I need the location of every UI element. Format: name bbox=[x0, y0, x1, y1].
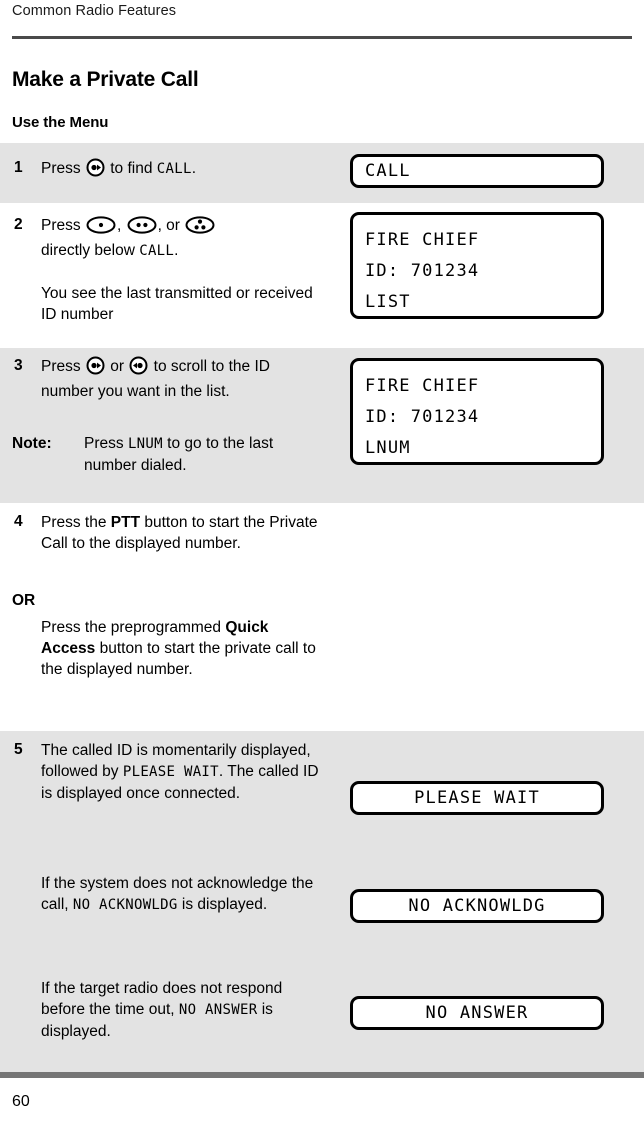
radio-display-no-acknowldg: NO ACKNOWLDG bbox=[350, 889, 604, 923]
softkey-three-dots-icon bbox=[185, 216, 215, 240]
step2-line-2: directly below CALL. bbox=[41, 240, 321, 262]
step2-text-b: , bbox=[116, 217, 126, 234]
step3-note-a: Press bbox=[84, 435, 128, 452]
step2-text-d: directly below bbox=[41, 242, 140, 259]
scroll-left-icon bbox=[129, 356, 148, 381]
running-head: Common Radio Features bbox=[12, 3, 177, 19]
step2-text-c: , or bbox=[157, 217, 185, 234]
step-number-2: 2 bbox=[14, 216, 23, 233]
step2-paragraph-2: You see the last transmitted or received… bbox=[41, 285, 313, 323]
step1-text-b: to find bbox=[105, 160, 157, 177]
radio-display-step3-line2: ID: 701234 bbox=[365, 407, 480, 427]
step1-mono-term: CALL bbox=[156, 161, 192, 177]
step3-note-text: Press LNUM to go to the last number dial… bbox=[84, 433, 324, 476]
step-text-4: Press the PTT button to start the Privat… bbox=[41, 512, 321, 554]
step5-paragraph-1: The called ID is momentarily displayed, … bbox=[41, 740, 321, 804]
radio-display-please-wait-line1: PLEASE WAIT bbox=[414, 788, 540, 808]
step2-line-1: Press , , or bbox=[41, 215, 321, 240]
radio-display-no-answer: NO ANSWER bbox=[350, 996, 604, 1030]
step3-note-mono: LNUM bbox=[127, 436, 163, 452]
radio-display-no-acknowldg-line1: NO ACKNOWLDG bbox=[408, 896, 546, 916]
step-row-3: 3 Press or to scroll to the ID number yo… bbox=[0, 348, 644, 503]
radio-display-step1: CALL bbox=[350, 154, 604, 188]
step-row-1: 1 Press to find CALL. CALL bbox=[0, 143, 644, 203]
radio-display-no-answer-line1: NO ANSWER bbox=[425, 1003, 529, 1023]
step4-alternative-text: Press the preprogrammed Quick Access but… bbox=[41, 617, 324, 680]
scroll-right-icon bbox=[86, 356, 105, 381]
radio-display-step3: FIRE CHIEF ID: 701234 LNUM bbox=[350, 358, 604, 465]
footer-rule bbox=[0, 1072, 644, 1078]
radio-display-please-wait: PLEASE WAIT bbox=[350, 781, 604, 815]
step-text-3: Press or to scroll to the ID number you … bbox=[41, 356, 321, 402]
step-text-2: Press , , or directly below CALL. You se… bbox=[41, 215, 321, 325]
step-text-1: Press to find CALL. bbox=[41, 158, 321, 183]
step5-mono-please-wait: PLEASE WAIT bbox=[122, 764, 219, 780]
step5-mono-no-answer: NO ANSWER bbox=[178, 1002, 258, 1018]
radio-display-step1-line1: CALL bbox=[365, 161, 411, 181]
note-label: Note: bbox=[12, 435, 52, 452]
step1-text-a: Press bbox=[41, 160, 85, 177]
step2-mono-term: CALL bbox=[139, 243, 175, 259]
header-rule bbox=[12, 36, 632, 39]
radio-display-step2-line1: FIRE CHIEF bbox=[365, 230, 480, 250]
section-subtitle: Use the Menu bbox=[12, 114, 109, 131]
page-number: 60 bbox=[12, 1093, 30, 1110]
step1-text-c: . bbox=[191, 160, 197, 177]
step-row-2: 2 Press , , or directly below CALL. You … bbox=[0, 203, 644, 348]
step5-paragraph-2: If the system does not acknowledge the c… bbox=[41, 873, 321, 916]
or-label: OR bbox=[12, 592, 36, 609]
procedure-steps: 1 Press to find CALL. CALL 2 Press , , o… bbox=[0, 143, 644, 1072]
step-number-3: 3 bbox=[14, 357, 23, 374]
radio-display-step3-line3: LNUM bbox=[365, 438, 411, 458]
step4-text-a: Press the bbox=[41, 514, 111, 531]
step3-text-a: Press bbox=[41, 358, 85, 375]
page-title: Make a Private Call bbox=[12, 68, 199, 91]
step4-text-c: Press the preprogrammed bbox=[41, 619, 226, 636]
step5-mono-no-acknowldg: NO ACKNOWLDG bbox=[72, 897, 178, 913]
step-row-5: 5 The called ID is momentarily displayed… bbox=[0, 731, 644, 1072]
step-number-5: 5 bbox=[14, 741, 23, 758]
softkey-two-dots-icon bbox=[127, 216, 157, 240]
step-number-4: 4 bbox=[14, 513, 23, 530]
softkey-one-dot-icon bbox=[86, 216, 116, 240]
step-row-4: 4 Press the PTT button to start the Priv… bbox=[0, 503, 644, 731]
step2-text-e: . bbox=[174, 242, 179, 259]
radio-display-step2-line3: LIST bbox=[365, 292, 411, 312]
step4-ptt-label: PTT bbox=[110, 514, 141, 531]
menu-select-dot-right-icon bbox=[86, 158, 105, 183]
radio-display-step2-line2: ID: 701234 bbox=[365, 261, 480, 281]
radio-display-step2: FIRE CHIEF ID: 701234 LIST bbox=[350, 212, 604, 319]
step5-paragraph-3: If the target radio does not respond bef… bbox=[41, 978, 321, 1042]
radio-display-step3-line1: FIRE CHIEF bbox=[365, 376, 480, 396]
step5-text-d: is displayed. bbox=[177, 896, 268, 913]
step-number-1: 1 bbox=[14, 159, 23, 176]
step2-text-a: Press bbox=[41, 217, 85, 234]
step3-text-b: or bbox=[105, 358, 129, 375]
